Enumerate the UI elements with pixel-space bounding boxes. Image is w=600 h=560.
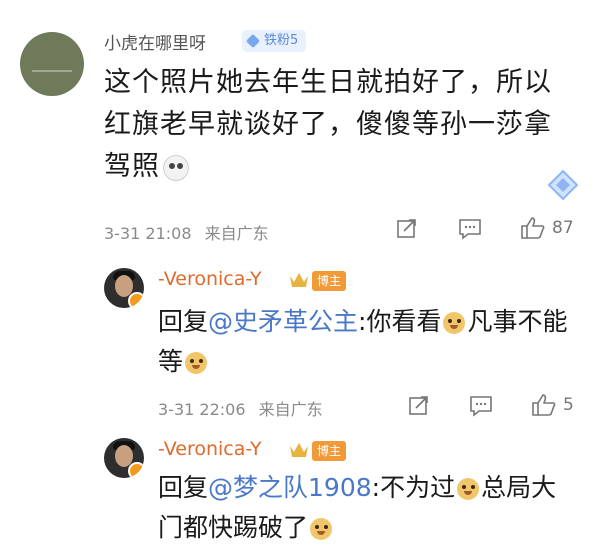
timestamp: 3-31 22:06	[158, 400, 246, 419]
like-count: 5	[563, 395, 574, 415]
location: 来自广东	[204, 224, 269, 243]
fan-badge-label: 铁粉5	[264, 33, 299, 48]
verified-v-icon	[128, 462, 144, 478]
crown-icon	[290, 443, 308, 457]
blogger-tag: 博主	[312, 441, 347, 461]
share-icon	[409, 396, 428, 415]
like-count: 87	[552, 218, 574, 238]
comment-meta: 3-31 21:08 来自广东	[104, 220, 269, 244]
reply-username[interactable]: -Veronica-Y	[158, 268, 262, 290]
reply-button[interactable]	[458, 218, 482, 240]
doge-emoji-icon	[457, 478, 480, 500]
reply-text-a: :不为过	[371, 473, 456, 502]
reply-avatar[interactable]	[104, 438, 144, 478]
diamond-icon	[245, 33, 261, 49]
mention-link[interactable]: @梦之队1908	[208, 473, 372, 502]
share-icon	[397, 219, 416, 238]
doge-emoji-icon	[185, 352, 208, 374]
share-button[interactable]	[408, 395, 430, 417]
comment-icon	[459, 219, 481, 240]
doge-emoji-icon	[443, 312, 466, 334]
reply-text: 回复@史矛革公主:你看看 凡事不能等	[158, 302, 578, 382]
comment-icon	[470, 396, 492, 417]
reply-text: 回复@梦之队1908:不为过 总局大门都快踢破了	[158, 468, 578, 548]
mention-link[interactable]: @史矛革公主	[208, 307, 358, 336]
comment-text: 这个照片她去年生日就拍好了，所以红旗老早就谈好了，傻傻等孙一莎拿驾照	[104, 62, 574, 188]
reply-button[interactable]	[469, 395, 493, 417]
location: 来自广东	[258, 400, 323, 419]
thumbs-up-icon	[521, 217, 545, 239]
like-button[interactable]: 87	[520, 216, 574, 240]
crown-icon	[290, 273, 308, 287]
fan-badge: 铁粉5	[242, 30, 307, 52]
reply-prefix: 回复	[158, 307, 209, 336]
shocked-emoji-icon	[163, 154, 189, 181]
verified-v-icon	[128, 292, 144, 308]
share-button[interactable]	[396, 218, 418, 240]
reply-meta: 3-31 22:06 来自广东	[158, 396, 323, 420]
reply-prefix: 回复	[158, 473, 209, 502]
reply-username[interactable]: -Veronica-Y	[158, 438, 262, 460]
username[interactable]: 小虎在哪里呀	[104, 29, 206, 54]
user-avatar[interactable]	[20, 32, 84, 96]
diamond-fan-icon	[547, 169, 579, 201]
thumbs-up-icon	[532, 394, 556, 416]
timestamp: 3-31 21:08	[104, 224, 192, 243]
reply-text-a: :你看看	[358, 307, 442, 336]
reply-avatar[interactable]	[104, 268, 144, 308]
doge-emoji-icon	[310, 518, 333, 540]
blogger-tag: 博主	[312, 271, 347, 291]
like-button[interactable]: 5	[531, 393, 574, 417]
